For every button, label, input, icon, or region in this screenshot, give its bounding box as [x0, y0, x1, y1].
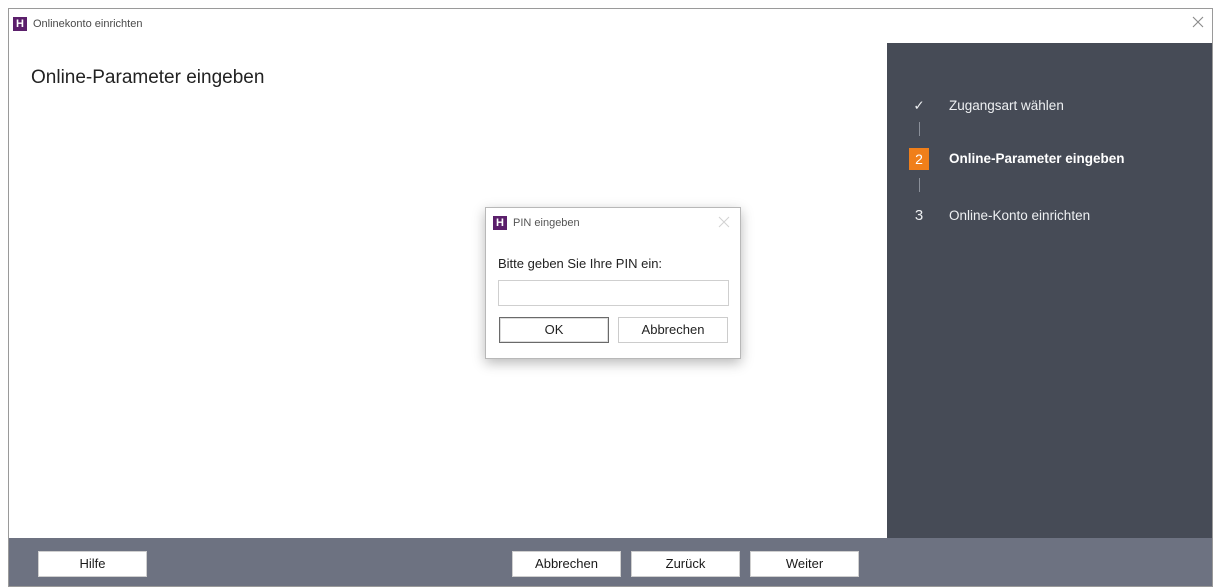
- close-icon[interactable]: [1190, 14, 1206, 30]
- pin-input[interactable]: [498, 280, 729, 306]
- pin-dialog: H PIN eingeben Bitte geben Sie Ihre PIN …: [485, 207, 741, 359]
- title-bar: H Onlinekonto einrichten: [9, 9, 1212, 39]
- setup-window: H Onlinekonto einrichten Online-Paramete…: [8, 8, 1213, 587]
- footer-bar: Hilfe Abbrechen Zurück Weiter: [9, 538, 1212, 586]
- step-number-badge: 2: [909, 148, 929, 170]
- wizard-step-label: Online-Parameter eingeben: [949, 151, 1125, 166]
- step-connector: [919, 178, 920, 192]
- wizard-step-label: Zugangsart wählen: [949, 98, 1064, 113]
- wizard-steps-panel: ✓ Zugangsart wählen 2 Online-Parameter e…: [887, 43, 1212, 538]
- app-logo-icon: H: [13, 17, 27, 31]
- dialog-cancel-button[interactable]: Abbrechen: [618, 317, 728, 343]
- step-connector: [919, 122, 920, 136]
- back-button[interactable]: Zurück: [631, 551, 740, 577]
- next-button[interactable]: Weiter: [750, 551, 859, 577]
- pin-prompt: Bitte geben Sie Ihre PIN ein:: [498, 256, 663, 271]
- cancel-button[interactable]: Abbrechen: [512, 551, 621, 577]
- page-title: Online-Parameter eingeben: [31, 67, 265, 88]
- check-icon: ✓: [913, 98, 925, 113]
- app-logo-icon: H: [493, 216, 507, 230]
- step-number: 3: [914, 207, 924, 224]
- window-title: Onlinekonto einrichten: [33, 18, 143, 30]
- close-icon[interactable]: [717, 215, 731, 229]
- help-button[interactable]: Hilfe: [38, 551, 147, 577]
- dialog-title: PIN eingeben: [513, 217, 580, 229]
- ok-button[interactable]: OK: [499, 317, 609, 343]
- wizard-step-label: Online-Konto einrichten: [949, 208, 1091, 223]
